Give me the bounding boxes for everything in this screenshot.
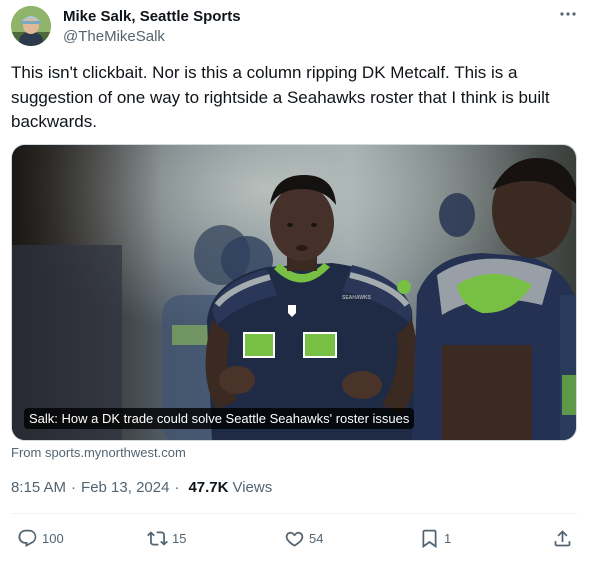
views-label: Views — [232, 479, 273, 496]
tweet-date[interactable]: Feb 13, 2024 — [81, 479, 169, 496]
ellipsis-icon — [560, 12, 576, 16]
avatar[interactable] — [11, 6, 51, 46]
tweet-text: This isn't clickbait. Nor is this a colu… — [11, 63, 550, 131]
like-button[interactable]: 54 — [284, 524, 323, 552]
meta-separator: · — [174, 479, 180, 496]
jersey-wordmark: SEAHAWKS — [342, 295, 372, 301]
bookmark-count: 1 — [444, 530, 452, 546]
heart-icon — [285, 531, 304, 547]
bookmark-icon — [422, 529, 437, 548]
more-options-button[interactable] — [556, 4, 580, 24]
tweet-meta: 8:15 AM · Feb 13, 2024 · 47.7K Views — [11, 479, 272, 496]
tweet-time[interactable]: 8:15 AM — [11, 479, 66, 496]
share-button[interactable] — [552, 524, 573, 552]
views-count[interactable]: 47.7K — [188, 479, 228, 496]
reply-icon — [18, 529, 37, 547]
reply-count: 100 — [42, 530, 64, 546]
reply-button[interactable]: 100 — [17, 524, 64, 552]
link-source[interactable]: From sports.mynorthwest.com — [11, 445, 186, 460]
share-icon — [554, 529, 571, 546]
author-handle[interactable]: @TheMikeSalk — [63, 28, 165, 45]
player-photo: SEAHAWKS — [12, 145, 576, 440]
link-card-caption: Salk: How a DK trade could solve Seattle… — [24, 408, 415, 429]
retweet-icon — [147, 530, 168, 546]
retweet-count: 15 — [172, 530, 187, 546]
author-name[interactable]: Mike Salk, Seattle Sports — [63, 8, 241, 25]
retweet-button[interactable]: 15 — [147, 524, 186, 552]
avatar-photo — [11, 6, 51, 46]
link-card-image[interactable]: SEAHAWKS Salk: How a DK trade could solv… — [11, 144, 577, 441]
meta-separator: · — [71, 479, 77, 496]
divider — [11, 513, 577, 514]
bookmark-button[interactable]: 1 — [419, 524, 451, 552]
like-count: 54 — [309, 530, 324, 546]
action-bar: 100 15 54 1 — [0, 524, 589, 552]
